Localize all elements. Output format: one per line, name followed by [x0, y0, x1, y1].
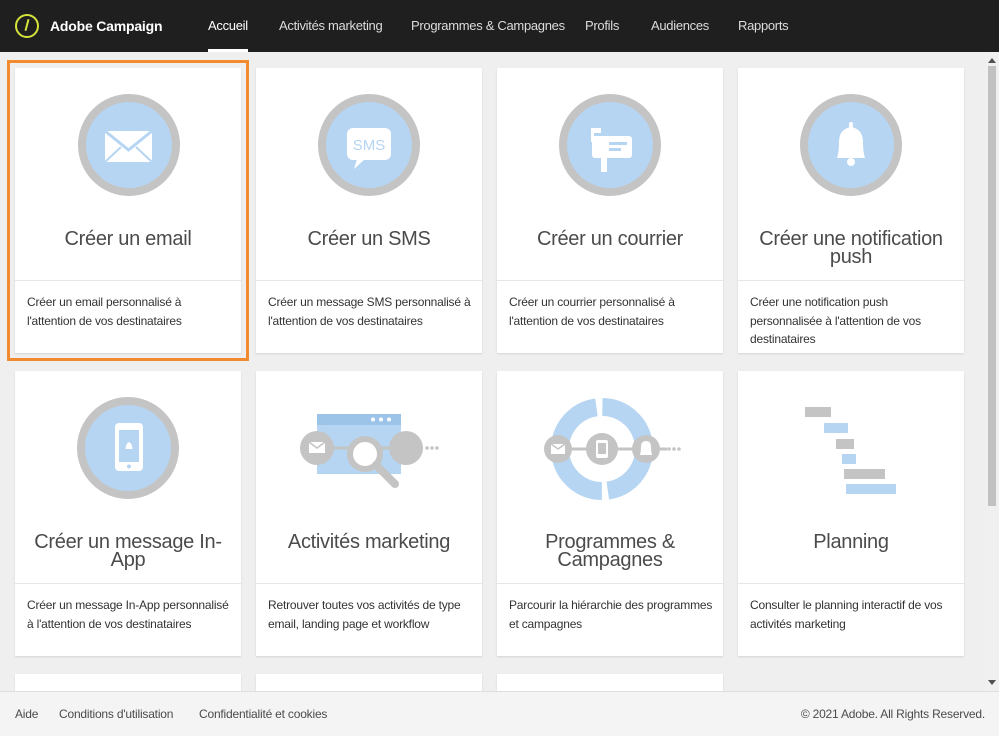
scrollbar-thumb[interactable] — [988, 66, 996, 506]
card-description: Créer une notification push personnalisé… — [750, 295, 921, 346]
sms-icon-label: SMS — [353, 137, 386, 154]
scroll-down-arrow-icon[interactable] — [988, 680, 996, 685]
card-divider — [256, 583, 482, 584]
sms-icon: SMS — [256, 68, 482, 218]
tab-programmes-campagnes[interactable]: Programmes & Campagnes — [411, 0, 565, 52]
card-divider — [497, 280, 723, 281]
mobile-app-icon — [15, 371, 241, 521]
footer-link-privacy[interactable]: Confidentialité et cookies — [199, 707, 327, 721]
card-title: Planning — [813, 531, 889, 553]
card-divider — [15, 583, 241, 584]
marketing-activities-icon — [256, 371, 482, 521]
card-description: Parcourir la hiérarchie des programmes e… — [509, 598, 713, 631]
card-description: Consulter le planning interactif de vos … — [750, 598, 943, 631]
card-divider — [15, 280, 241, 281]
card-description: Créer un message In-App personnalisé à l… — [27, 598, 229, 631]
tab-rapports[interactable]: Rapports — [738, 0, 789, 52]
top-navigation-bar: Adobe Campaign Accueil Activités marketi… — [0, 0, 999, 52]
card-title: Créer une notification push — [759, 228, 943, 268]
card-description: Créer un courrier personnalisé à l'atten… — [509, 295, 675, 328]
card-divider — [256, 280, 482, 281]
tab-profils[interactable]: Profils — [585, 0, 619, 52]
card-divider — [738, 583, 964, 584]
card-create-email[interactable]: Créer un email Créer un email personnali… — [7, 60, 249, 361]
adobe-campaign-logo-icon — [15, 14, 39, 38]
home-content: Créer un email Créer un email personnali… — [0, 52, 985, 691]
bell-icon — [738, 68, 964, 218]
card-partial[interactable] — [497, 674, 723, 691]
card-create-in-app-message[interactable]: Créer un message In-App Créer un message… — [15, 371, 241, 656]
card-description: Retrouver toutes vos activités de type e… — [268, 598, 461, 631]
scroll-up-arrow-icon[interactable] — [988, 58, 996, 63]
card-title: Activités marketing — [287, 531, 451, 553]
card-title: Créer un email — [64, 228, 192, 250]
card-title: Créer un courrier — [536, 228, 684, 250]
footer-link-help[interactable]: Aide — [15, 707, 38, 721]
brand[interactable]: Adobe Campaign — [15, 11, 163, 41]
card-description: Créer un email personnalisé à l'attentio… — [27, 295, 182, 328]
tab-activites-marketing[interactable]: Activités marketing — [279, 0, 383, 52]
card-divider — [497, 583, 723, 584]
planning-gantt-icon — [738, 371, 964, 521]
footer: Aide Conditions d'utilisation Confidenti… — [0, 691, 999, 736]
card-title: Créer un message In-App — [34, 531, 222, 571]
card-partial[interactable] — [256, 674, 482, 691]
card-partial[interactable] — [15, 674, 241, 691]
mailbox-icon — [497, 68, 723, 218]
card-title: Programmes & Campagnes — [545, 531, 675, 571]
vertical-scrollbar[interactable] — [985, 52, 999, 691]
card-marketing-activities[interactable]: Activités marketing Retrouver toutes vos… — [256, 371, 482, 656]
card-programs-campaigns[interactable]: Programmes & Campagnes Parcourir la hiér… — [497, 371, 723, 656]
card-create-sms[interactable]: SMS Créer un SMS Créer un message SMS pe… — [256, 68, 482, 353]
card-create-letter[interactable]: Créer un courrier Créer un courrier pers… — [497, 68, 723, 353]
tab-accueil[interactable]: Accueil — [208, 0, 248, 52]
card-divider — [738, 280, 964, 281]
footer-link-terms[interactable]: Conditions d'utilisation — [59, 707, 173, 721]
app-name: Adobe Campaign — [50, 18, 163, 34]
email-icon — [15, 68, 241, 218]
card-create-push-notification[interactable]: Créer une notification push Créer une no… — [738, 68, 964, 353]
card-planning[interactable]: Planning Consulter le planning interacti… — [738, 371, 964, 656]
copyright: © 2021 Adobe. All Rights Reserved. — [800, 707, 985, 721]
tab-audiences[interactable]: Audiences — [651, 0, 709, 52]
card-title: Créer un SMS — [307, 228, 431, 250]
card-description: Créer un message SMS personnalisé à l'at… — [268, 295, 471, 328]
programs-campaigns-icon — [497, 371, 723, 521]
